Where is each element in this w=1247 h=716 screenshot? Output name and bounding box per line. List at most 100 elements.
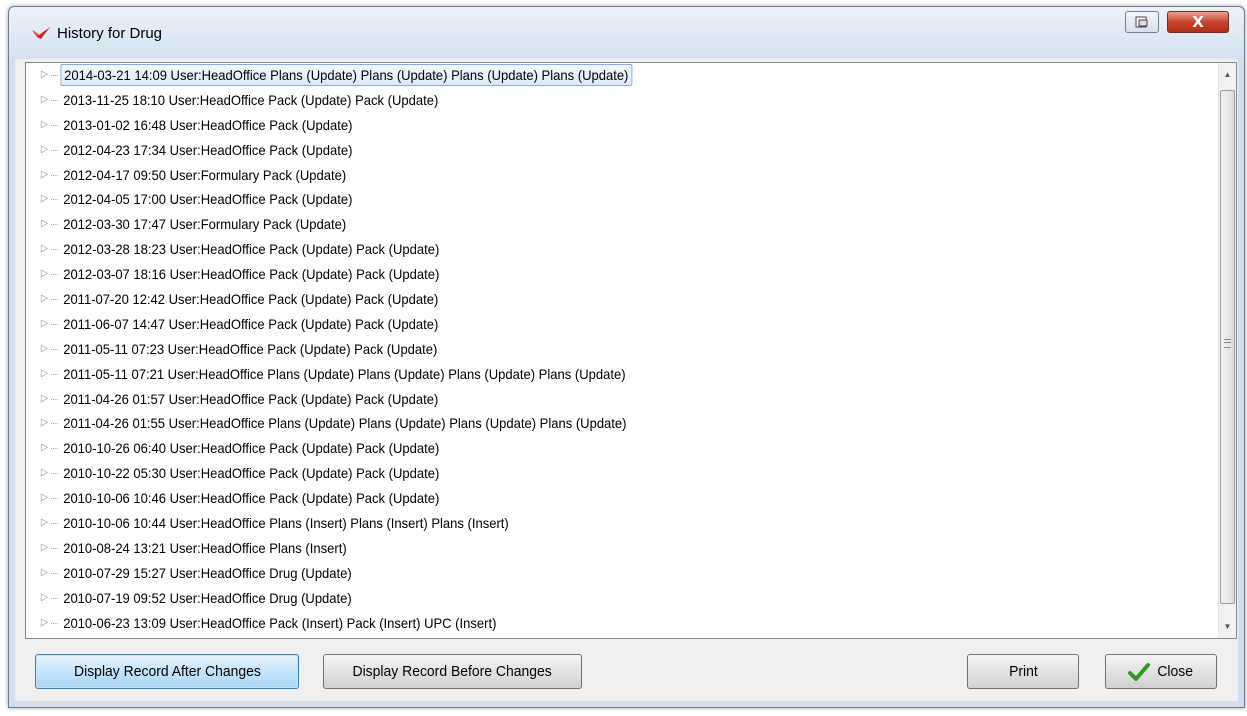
history-row[interactable]: ▷ 2012-03-07 18:16 User:HeadOffice Pack (…: [26, 262, 1131, 287]
scroll-down-icon[interactable]: ▼: [1219, 618, 1236, 635]
expand-triangle-icon[interactable]: ▷: [41, 337, 50, 362]
history-row[interactable]: ▷ 2010-10-06 10:44 User:HeadOffice Plans …: [26, 511, 1131, 536]
restore-icon: [1135, 16, 1148, 28]
history-row[interactable]: ▷ 2010-10-22 05:30 User:HeadOffice Pack (…: [26, 461, 1131, 486]
expand-triangle-icon[interactable]: ▷: [41, 536, 50, 561]
expand-triangle-icon[interactable]: ▷: [41, 287, 50, 312]
tree-connector: [51, 473, 58, 475]
window-title: History for Drug: [57, 25, 163, 42]
history-row-text: 2012-03-30 17:47 User:Formulary Pack (Up…: [63, 216, 347, 233]
history-row[interactable]: ▷ 2012-04-05 17:00 User:HeadOffice Pack (…: [26, 187, 1131, 212]
history-row[interactable]: ▷ 2012-03-30 17:47 User:Formulary Pack (U…: [26, 212, 1131, 237]
tree-connector: [51, 149, 58, 151]
history-row-text: 2010-08-24 13:21 User:HeadOffice Plans (…: [63, 539, 347, 556]
history-row-text: 2011-05-11 07:23 User:HeadOffice Pack (U…: [63, 340, 438, 357]
expand-triangle-icon[interactable]: ▷: [41, 561, 50, 586]
history-row[interactable]: ▷ 2010-10-06 10:46 User:HeadOffice Pack (…: [26, 486, 1131, 511]
history-row-text: 2012-04-23 17:34 User:HeadOffice Pack (U…: [63, 141, 353, 158]
scroll-up-icon[interactable]: ▲: [1219, 66, 1236, 83]
expand-triangle-icon[interactable]: ▷: [41, 461, 50, 486]
dialog-client-area: ▷ 2014-03-21 14:09 User:HeadOffice Plans …: [15, 59, 1238, 701]
history-row-text: 2011-07-20 12:42 User:HeadOffice Pack (U…: [63, 291, 439, 308]
history-row[interactable]: ▷ 2011-07-20 12:42 User:HeadOffice Pack (…: [26, 287, 1131, 312]
expand-triangle-icon[interactable]: ▷: [41, 511, 50, 536]
history-row-text: 2011-04-26 01:57 User:HeadOffice Pack (U…: [63, 390, 439, 407]
history-row-text: 2010-07-19 09:52 User:HeadOffice Drug (U…: [63, 589, 352, 606]
history-row[interactable]: ▷ 2013-01-02 16:48 User:HeadOffice Pack (…: [26, 113, 1131, 138]
tree-connector: [51, 199, 58, 201]
display-after-changes-button[interactable]: Display Record After Changes: [35, 654, 299, 689]
expand-triangle-icon[interactable]: ▷: [41, 586, 50, 611]
restore-button[interactable]: [1125, 11, 1159, 33]
after-changes-label: Display Record After Changes: [73, 663, 261, 680]
expand-triangle-icon[interactable]: ▷: [41, 312, 50, 337]
history-row[interactable]: ▷ 2014-03-21 14:09 User:HeadOffice Plans …: [26, 63, 1131, 88]
history-row-text: 2010-10-26 06:40 User:HeadOffice Pack (U…: [63, 440, 440, 457]
vertical-scrollbar[interactable]: ▲ ▼: [1218, 63, 1236, 638]
display-before-changes-button[interactable]: Display Record Before Changes: [323, 654, 582, 689]
history-row[interactable]: ▷ 2010-08-24 13:21 User:HeadOffice Plans …: [26, 536, 1131, 561]
history-row[interactable]: ▷ 2012-04-17 09:50 User:Formulary Pack (U…: [26, 163, 1131, 188]
close-icon: X: [1192, 13, 1204, 31]
expand-triangle-icon[interactable]: ▷: [41, 163, 50, 188]
history-row[interactable]: ▷ 2011-04-26 01:57 User:HeadOffice Pack (…: [26, 387, 1131, 412]
expand-triangle-icon[interactable]: ▷: [41, 187, 50, 212]
tree-connector: [51, 124, 58, 126]
expand-triangle-icon[interactable]: ▷: [41, 138, 50, 163]
history-tree[interactable]: ▷ 2014-03-21 14:09 User:HeadOffice Plans …: [25, 62, 1237, 639]
before-changes-label: Display Record Before Changes: [352, 663, 553, 680]
history-row[interactable]: ▷ 2010-06-23 13:09 User:HeadOffice Pack (…: [26, 611, 1131, 636]
tree-connector: [51, 274, 58, 276]
expand-triangle-icon[interactable]: ▷: [41, 262, 50, 287]
tree-connector: [51, 498, 58, 500]
history-row[interactable]: ▷ 2011-06-07 14:47 User:HeadOffice Pack (…: [26, 312, 1131, 337]
history-row[interactable]: ▷ 2013-11-25 18:10 User:HeadOffice Pack (…: [26, 88, 1131, 113]
history-row[interactable]: ▷ 2011-05-11 07:21 User:HeadOffice Plans …: [26, 362, 1131, 387]
expand-triangle-icon[interactable]: ▷: [41, 63, 50, 88]
expand-triangle-icon[interactable]: ▷: [41, 411, 50, 436]
tree-connector: [51, 373, 58, 375]
history-dialog: History for Drug X ▷ 2014-03-21 14:09 Use…: [8, 6, 1245, 708]
tree-connector: [51, 448, 58, 450]
close-label: Close: [1157, 663, 1193, 680]
expand-triangle-icon[interactable]: ▷: [41, 237, 50, 262]
expand-triangle-icon[interactable]: ▷: [41, 362, 50, 387]
history-row[interactable]: ▷ 2012-04-23 17:34 User:HeadOffice Pack (…: [26, 138, 1131, 163]
expand-triangle-icon[interactable]: ▷: [41, 486, 50, 511]
print-label: Print: [1008, 663, 1038, 680]
history-row[interactable]: ▷ 2012-03-28 18:23 User:HeadOffice Pack (…: [26, 237, 1131, 262]
history-row-text: 2012-04-17 09:50 User:Formulary Pack (Up…: [63, 166, 347, 183]
history-row-text: 2013-11-25 18:10 User:HeadOffice Pack (U…: [63, 91, 439, 108]
history-row-text: 2014-03-21 14:09 User:HeadOffice Plans (…: [60, 64, 633, 86]
history-row[interactable]: ▷ 2011-04-26 01:55 User:HeadOffice Plans …: [26, 411, 1131, 436]
history-row[interactable]: ▷ 2010-10-26 06:40 User:HeadOffice Pack (…: [26, 436, 1131, 461]
tree-connector: [51, 249, 58, 251]
history-row-text: 2010-10-06 10:46 User:HeadOffice Pack (U…: [63, 490, 440, 507]
history-row-text: 2011-06-07 14:47 User:HeadOffice Pack (U…: [63, 315, 439, 332]
history-row[interactable]: ▷ 2010-07-19 09:52 User:HeadOffice Drug (…: [26, 586, 1131, 611]
tree-connector: [51, 572, 58, 574]
grip-icon: [1224, 339, 1231, 348]
history-row[interactable]: ▷ 2011-05-11 07:23 User:HeadOffice Pack (…: [26, 337, 1131, 362]
scroll-thumb[interactable]: [1220, 90, 1235, 604]
history-row-text: 2012-04-05 17:00 User:HeadOffice Pack (U…: [63, 191, 353, 208]
history-row-text: 2011-05-11 07:21 User:HeadOffice Plans (…: [63, 365, 626, 382]
tree-connector: [51, 99, 58, 101]
checkmark-icon: [1127, 662, 1150, 681]
close-button[interactable]: Close: [1105, 654, 1217, 689]
history-row[interactable]: ▷ 2010-07-29 15:27 User:HeadOffice Drug (…: [26, 561, 1131, 586]
title-bar[interactable]: History for Drug X: [9, 7, 1244, 59]
print-button[interactable]: Print: [967, 654, 1079, 689]
expand-triangle-icon[interactable]: ▷: [41, 88, 50, 113]
tree-connector: [51, 523, 58, 525]
expand-triangle-icon[interactable]: ▷: [41, 212, 50, 237]
expand-triangle-icon[interactable]: ▷: [41, 436, 50, 461]
history-row-text: 2010-07-29 15:27 User:HeadOffice Drug (U…: [63, 564, 352, 581]
history-row-text: 2012-03-28 18:23 User:HeadOffice Pack (U…: [63, 241, 440, 258]
history-row-text: 2013-01-02 16:48 User:HeadOffice Pack (U…: [63, 116, 353, 133]
expand-triangle-icon[interactable]: ▷: [41, 113, 50, 138]
expand-triangle-icon[interactable]: ▷: [41, 387, 50, 412]
tree-connector: [51, 348, 58, 350]
window-close-button[interactable]: X: [1167, 11, 1229, 33]
expand-triangle-icon[interactable]: ▷: [41, 611, 50, 636]
